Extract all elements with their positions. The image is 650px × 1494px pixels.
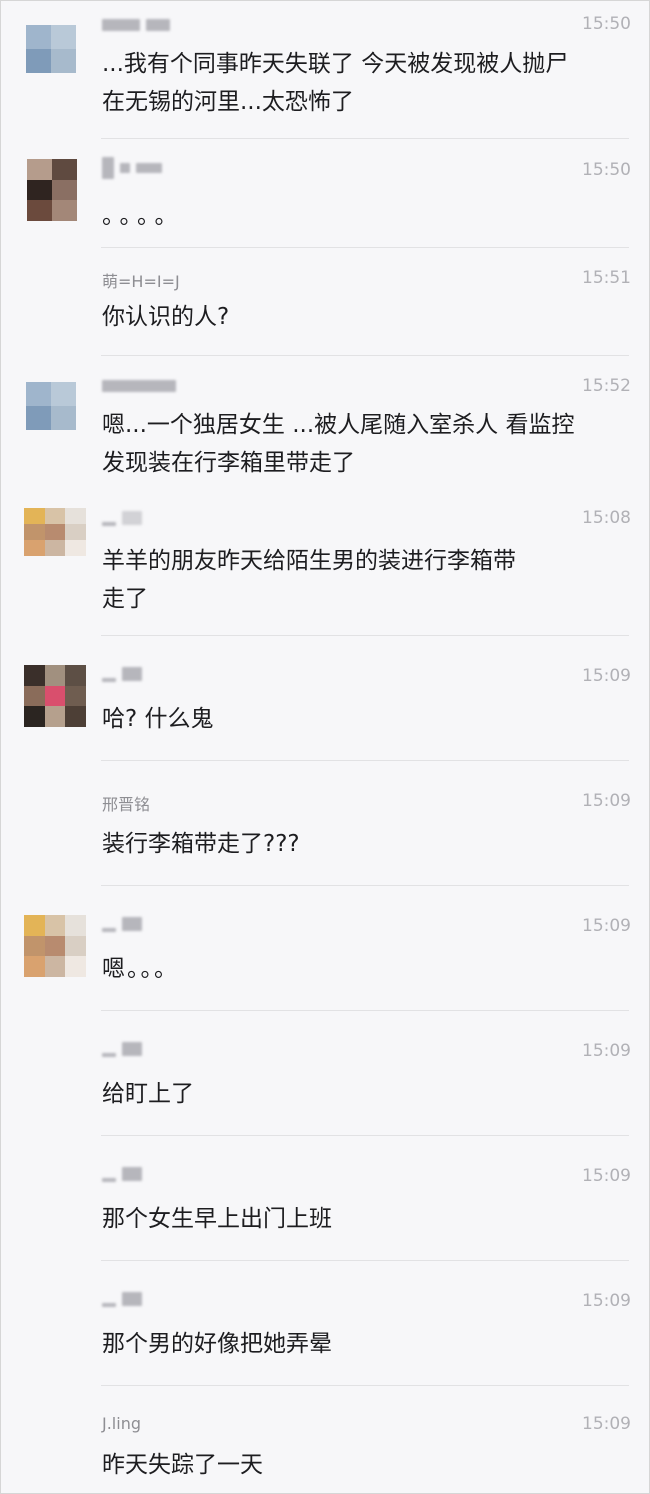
avatar[interactable] xyxy=(24,665,86,727)
sender-name-redacted xyxy=(102,510,142,526)
message-text: 嗯...一个独居女生 ...被人尾随入室杀人 看监控 发现装在行李箱里带走了 xyxy=(102,412,575,476)
message-text: 装行李箱带走了??? xyxy=(102,831,300,857)
message-text: 。。。。 xyxy=(102,203,184,229)
sender-name-redacted xyxy=(102,157,162,179)
message-time: 15:09 xyxy=(582,916,631,936)
sender-name-redacted xyxy=(102,1166,142,1182)
message-item[interactable]: 15:50 ...我有个同事昨天失联了 今天被发现被人抛尸 在无锡的河里...太… xyxy=(1,1,650,138)
message-item[interactable]: 15:50 。。。。 xyxy=(1,139,650,247)
message-item[interactable]: 15:09 给盯上了 xyxy=(1,1011,650,1135)
sender-name: 萌=H=I=J xyxy=(102,272,180,291)
sender-name-redacted xyxy=(102,19,170,31)
message-time: 15:09 xyxy=(582,1414,631,1434)
sender-name-redacted xyxy=(102,916,142,932)
message-text: 你认识的人? xyxy=(102,304,230,330)
chat-log: 15:50 ...我有个同事昨天失联了 今天被发现被人抛尸 在无锡的河里...太… xyxy=(0,0,650,1494)
message-item[interactable]: 15:09 那个男的好像把她弄晕 xyxy=(1,1261,650,1385)
message-text: 那个女生早上出门上班 xyxy=(102,1206,332,1232)
message-time: 15:08 xyxy=(582,508,631,528)
message-time: 15:50 xyxy=(582,14,631,34)
message-text: 给盯上了 xyxy=(102,1081,194,1107)
sender-name-redacted xyxy=(102,1291,142,1307)
sender-name-redacted xyxy=(102,380,176,392)
message-time: 15:09 xyxy=(582,1291,631,1311)
message-time: 15:09 xyxy=(582,791,631,811)
message-item[interactable]: 萌=H=I=J 15:51 你认识的人? xyxy=(1,248,650,355)
message-text: 羊羊的朋友昨天给陌生男的装进行李箱带 走了 xyxy=(102,548,516,612)
message-time: 15:50 xyxy=(582,160,631,180)
message-text: 嗯。。。 xyxy=(102,956,179,982)
message-item[interactable]: 15:09 嗯。。。 xyxy=(1,886,650,1010)
message-item[interactable]: 15:08 羊羊的朋友昨天给陌生男的装进行李箱带 走了 xyxy=(1,492,650,635)
message-text: ...我有个同事昨天失联了 今天被发现被人抛尸 在无锡的河里...太恐怖了 xyxy=(102,51,569,115)
message-item[interactable]: 15:09 那个女生早上出门上班 xyxy=(1,1136,650,1260)
sender-name-redacted xyxy=(102,666,142,682)
avatar[interactable] xyxy=(26,382,76,430)
message-time: 15:51 xyxy=(582,268,631,288)
message-text: 哈? 什么鬼 xyxy=(102,706,214,732)
avatar[interactable] xyxy=(26,25,76,73)
message-time: 15:09 xyxy=(582,1041,631,1061)
sender-name: J.ling xyxy=(102,1414,141,1433)
sender-name: 邢晋铭 xyxy=(102,795,151,814)
avatar[interactable] xyxy=(24,508,86,556)
message-text: 昨天失踪了一天 xyxy=(102,1452,263,1478)
message-time: 15:09 xyxy=(582,1166,631,1186)
message-item[interactable]: J.ling 15:09 昨天失踪了一天 xyxy=(1,1386,650,1494)
avatar[interactable] xyxy=(24,915,86,977)
sender-name-redacted xyxy=(102,1041,142,1057)
message-item[interactable]: 15:52 嗯...一个独居女生 ...被人尾随入室杀人 看监控 发现装在行李箱… xyxy=(1,356,650,492)
message-item[interactable]: 邢晋铭 15:09 装行李箱带走了??? xyxy=(1,761,650,885)
message-item[interactable]: 15:09 哈? 什么鬼 xyxy=(1,636,650,760)
message-time: 15:09 xyxy=(582,666,631,686)
avatar[interactable] xyxy=(27,159,77,221)
message-time: 15:52 xyxy=(582,376,631,396)
message-text: 那个男的好像把她弄晕 xyxy=(102,1331,332,1357)
